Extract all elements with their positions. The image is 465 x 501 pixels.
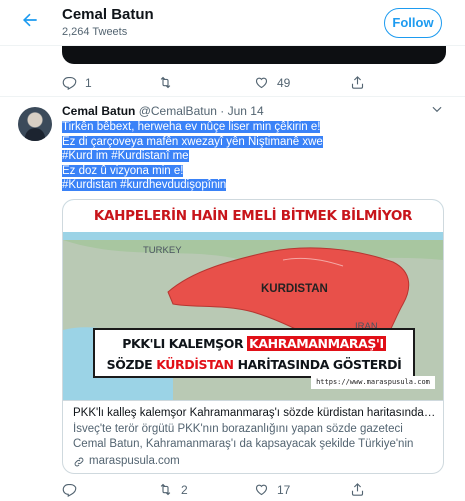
profile-header: Cemal Batun 2,264 Tweets Follow: [0, 0, 465, 46]
card-divider: [63, 400, 443, 401]
avatar[interactable]: [18, 107, 52, 141]
reply-button[interactable]: 1: [62, 75, 158, 90]
banner-text: SÖZDE: [106, 357, 153, 372]
card-title: PKK'lı kalleş kalemşor Kahramanmaraş'ı s…: [73, 407, 437, 419]
like-button[interactable]: 17: [254, 482, 350, 497]
more-options-chevron-icon[interactable]: [430, 102, 444, 119]
tweet-line[interactable]: #Kurdistan #kurdhevdudişopînin: [62, 179, 227, 191]
heart-icon: [255, 484, 268, 496]
back-arrow-icon[interactable]: [20, 10, 44, 34]
reply-icon: [62, 483, 77, 497]
like-button[interactable]: 49: [254, 75, 350, 90]
card-body: PKK'lı kalleş kalemşor Kahramanmaraş'ı s…: [73, 406, 437, 469]
reply-icon: [62, 76, 77, 90]
reply-count: 1: [85, 75, 92, 90]
tweet-line: Ez di çarçoveya mafên xwezayî yên Niştim…: [62, 135, 323, 148]
card-image[interactable]: KAHPELERİN HAİN EMELİ BİTMEK BİLMİYOR TU…: [63, 200, 443, 400]
banner-text: KÜRDİSTAN: [156, 357, 234, 372]
like-count: 17: [277, 482, 291, 497]
link-card[interactable]: KAHPELERİN HAİN EMELİ BİTMEK BİLMİYOR TU…: [62, 199, 444, 474]
image-banner: PKK'LI KALEMŞOR KAHRAMANMARAŞ'I SÖZDE KÜ…: [93, 328, 415, 378]
share-button[interactable]: [350, 482, 446, 497]
tweet-line[interactable]: #Kurd im #Kurdistanî me: [62, 150, 189, 162]
share-icon: [351, 483, 364, 496]
tweet-line: Ez doz û vizyona min e!: [62, 164, 184, 177]
share-button[interactable]: [350, 75, 446, 90]
tweet-divider: [0, 96, 465, 97]
image-headline: KAHPELERİN HAİN EMELİ BİTMEK BİLMİYOR: [63, 200, 443, 232]
retweet-button[interactable]: [158, 75, 254, 90]
image-headline-text: KAHPELERİN HAİN EMELİ BİTMEK BİLMİYOR: [93, 208, 413, 224]
share-icon: [351, 76, 364, 89]
image-watermark-url: https://www.maraspusula.com: [311, 376, 435, 389]
banner-text: KAHRAMANMARAŞ'I: [247, 336, 386, 351]
like-count: 49: [277, 75, 291, 90]
author-handle-date: @CemalBatun · Jun 14: [138, 104, 264, 118]
reply-button[interactable]: [62, 482, 158, 497]
tweet-author: Cemal Batun @CemalBatun · Jun 14: [62, 104, 264, 118]
follow-button[interactable]: Follow: [384, 8, 442, 38]
banner-text: HARİTASINDA GÖSTERDİ: [237, 357, 402, 372]
card-description: İsveç'te terör örgütü PKK'nın borazanlığ…: [73, 423, 414, 450]
retweet-button[interactable]: 2: [158, 482, 254, 497]
card-domain: maraspusula.com: [73, 454, 437, 469]
link-icon: [74, 457, 84, 466]
tweet-line: Tirkên bêbext, herweha ev nûçe liser min…: [62, 121, 321, 133]
retweet-icon: [160, 483, 171, 496]
tweet-text: Tirkên bêbext, herweha ev nûçe liser min…: [62, 120, 442, 193]
previous-tweet-media[interactable]: [62, 46, 446, 64]
author-name[interactable]: Cemal Batun: [62, 104, 135, 118]
tweet-count: 2,264 Tweets: [62, 26, 128, 38]
banner-text: PKK'LI KALEMŞOR: [122, 336, 244, 351]
retweet-count: 2: [181, 482, 188, 497]
map-label-turkey: TURKEY: [143, 245, 182, 256]
retweet-icon: [160, 76, 171, 89]
profile-name: Cemal Batun: [62, 6, 154, 23]
heart-icon: [255, 77, 268, 89]
tweet-actions: 2 17: [62, 482, 446, 497]
previous-tweet-actions: 1 49: [62, 75, 446, 90]
map-label-kurdistan: KURDISTAN: [261, 283, 328, 295]
card-domain-text: maraspusula.com: [89, 455, 180, 467]
